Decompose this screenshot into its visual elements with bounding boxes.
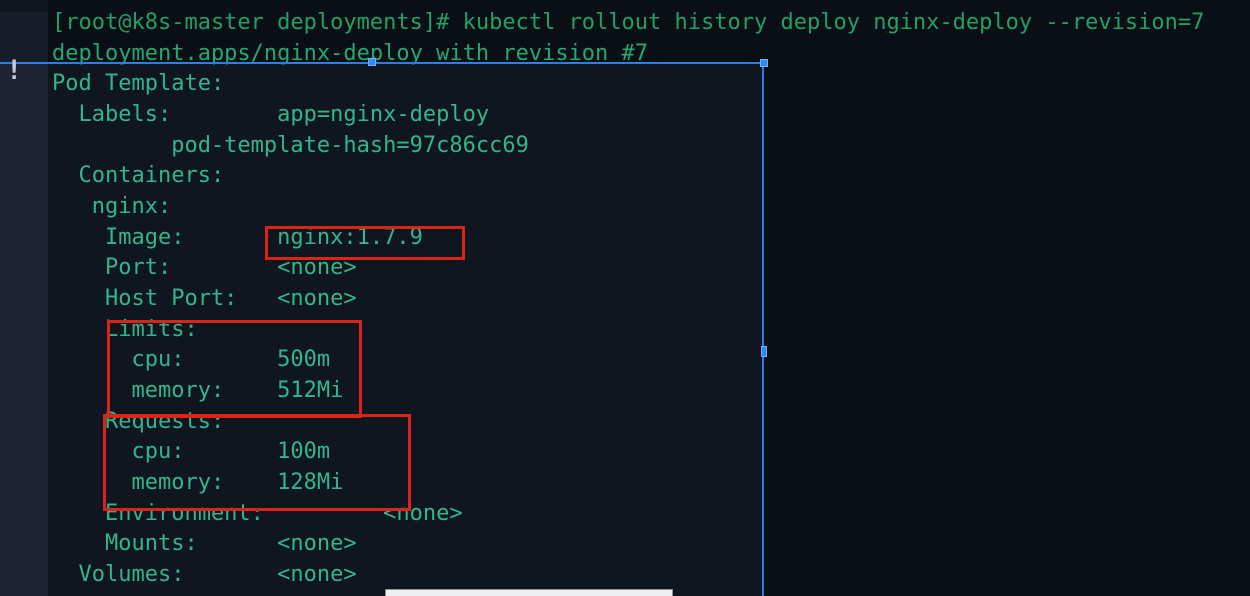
exclamation-mark: !: [6, 56, 22, 86]
highlight-box-image: [265, 226, 465, 260]
highlight-box-limits: [107, 320, 362, 418]
selection-handle-top[interactable]: [368, 58, 376, 66]
highlight-box-requests: [103, 414, 411, 511]
selection-handle-right[interactable]: [761, 346, 767, 357]
bottom-white-box: [385, 589, 673, 596]
terminal-command-line: [root@k8s-master deployments]# kubectl r…: [52, 8, 1250, 39]
selection-handle-top-right[interactable]: [760, 59, 768, 67]
screenshot-stage: [root@k8s-master deployments]# kubectl r…: [0, 0, 1250, 596]
